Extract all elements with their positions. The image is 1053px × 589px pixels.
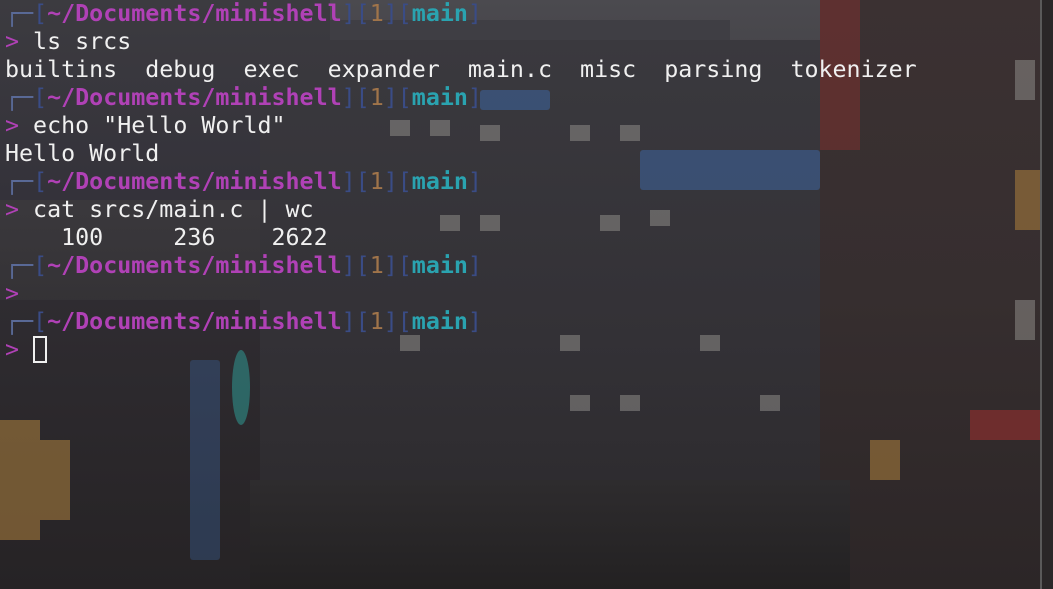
prompt-exit-code: 1	[369, 308, 384, 335]
prompt-exit-code: 1	[369, 252, 384, 279]
prompt-path: ~/Documents/minishell	[47, 168, 342, 195]
prompt-bracket: [	[33, 308, 48, 335]
wallpaper-neon-sign	[970, 410, 1040, 440]
prompt-branch: main	[411, 308, 468, 335]
prompt-corner: ┌─	[5, 168, 34, 195]
prompt-bracket: ]	[467, 308, 482, 335]
prompt-bracket: [	[33, 252, 48, 279]
prompt-corner: ┌─	[5, 84, 34, 111]
prompt-bracket: ]	[341, 0, 356, 27]
terminal-window[interactable]: ┌─[~/Documents/minishell][1][main] > ls …	[0, 0, 1053, 589]
command-output: 100 236 2622	[5, 224, 328, 251]
command-input[interactable]	[19, 336, 33, 363]
prompt-bracket: ]	[467, 84, 482, 111]
prompt-bracket: ]	[341, 308, 356, 335]
prompt-line: ┌─[~/Documents/minishell][1][main]	[5, 0, 917, 28]
prompt-branch: main	[411, 252, 468, 279]
command-output: builtins debug exec expander main.c misc…	[5, 56, 917, 83]
prompt-line: ┌─[~/Documents/minishell][1][main]	[5, 308, 917, 336]
prompt-bracket: [	[355, 0, 370, 27]
prompt-bracket: ]	[383, 252, 398, 279]
wallpaper-window	[1015, 60, 1035, 100]
command-line: >	[5, 280, 917, 308]
prompt-arrow: >	[5, 280, 20, 307]
wallpaper-light	[40, 440, 70, 520]
prompt-bracket: ]	[383, 168, 398, 195]
wallpaper-window	[570, 395, 590, 411]
prompt-bracket: ]	[341, 168, 356, 195]
prompt-bracket: [	[355, 308, 370, 335]
command-line: > ls srcs	[5, 28, 917, 56]
prompt-bracket: [	[397, 84, 412, 111]
prompt-bracket: [	[355, 168, 370, 195]
prompt-arrow: >	[5, 28, 20, 55]
scrollbar-edge[interactable]	[1040, 0, 1053, 589]
wallpaper-neon-sign	[190, 360, 220, 560]
prompt-bracket: ]	[341, 84, 356, 111]
wallpaper-window	[620, 395, 640, 411]
command-text: cat srcs/main.c | wc	[19, 196, 314, 223]
prompt-bracket: ]	[467, 0, 482, 27]
prompt-exit-code: 1	[369, 168, 384, 195]
prompt-bracket: ]	[467, 168, 482, 195]
prompt-bracket: [	[33, 84, 48, 111]
prompt-path: ~/Documents/minishell	[47, 252, 342, 279]
command-line: > echo "Hello World"	[5, 112, 917, 140]
prompt-line: ┌─[~/Documents/minishell][1][main]	[5, 84, 917, 112]
prompt-exit-code: 1	[369, 84, 384, 111]
wallpaper-street	[250, 480, 850, 589]
prompt-path: ~/Documents/minishell	[47, 0, 342, 27]
terminal-output[interactable]: ┌─[~/Documents/minishell][1][main] > ls …	[5, 0, 917, 364]
prompt-branch: main	[411, 168, 468, 195]
wallpaper-window	[1015, 300, 1035, 340]
prompt-branch: main	[411, 0, 468, 27]
prompt-bracket: [	[397, 252, 412, 279]
command-text: ls srcs	[19, 28, 132, 55]
text-cursor	[33, 336, 48, 363]
prompt-bracket: ]	[383, 84, 398, 111]
prompt-arrow: >	[5, 196, 20, 223]
prompt-corner: ┌─	[5, 252, 34, 279]
prompt-bracket: ]	[467, 252, 482, 279]
active-command-line[interactable]: >	[5, 336, 917, 364]
prompt-corner: ┌─	[5, 0, 34, 27]
command-output: Hello World	[5, 140, 160, 167]
command-text: echo "Hello World"	[19, 112, 286, 139]
prompt-bracket: [	[397, 308, 412, 335]
prompt-bracket: [	[355, 252, 370, 279]
prompt-path: ~/Documents/minishell	[47, 84, 342, 111]
prompt-arrow: >	[5, 336, 20, 363]
wallpaper-light	[0, 420, 40, 540]
prompt-bracket: ]	[383, 0, 398, 27]
wallpaper-window	[760, 395, 780, 411]
prompt-bracket: [	[397, 168, 412, 195]
prompt-arrow: >	[5, 112, 20, 139]
prompt-bracket: [	[33, 168, 48, 195]
command-line: > cat srcs/main.c | wc	[5, 196, 917, 224]
prompt-branch: main	[411, 84, 468, 111]
prompt-exit-code: 1	[369, 0, 384, 27]
prompt-bracket: [	[355, 84, 370, 111]
prompt-bracket: [	[33, 0, 48, 27]
prompt-bracket: [	[397, 0, 412, 27]
prompt-path: ~/Documents/minishell	[47, 308, 342, 335]
prompt-bracket: ]	[341, 252, 356, 279]
wallpaper-light	[870, 440, 900, 480]
prompt-bracket: ]	[383, 308, 398, 335]
wallpaper-light	[1015, 170, 1040, 230]
prompt-line: ┌─[~/Documents/minishell][1][main]	[5, 252, 917, 280]
prompt-line: ┌─[~/Documents/minishell][1][main]	[5, 168, 917, 196]
prompt-corner: ┌─	[5, 308, 34, 335]
